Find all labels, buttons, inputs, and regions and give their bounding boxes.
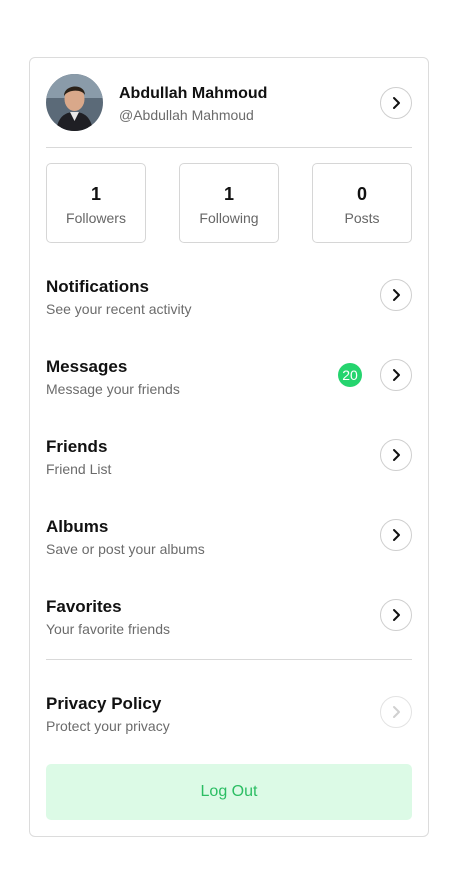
chevron-right-icon: [393, 97, 400, 109]
unread-badge: 20: [338, 363, 362, 387]
menu-item-friends[interactable]: Friends Friend List: [46, 437, 412, 485]
logout-button[interactable]: Log Out: [46, 764, 412, 820]
stat-label: Posts: [344, 210, 380, 226]
chevron-right-icon: [393, 609, 400, 621]
profile-name: Abdullah Mahmoud: [119, 85, 268, 102]
friends-chevron-button[interactable]: [380, 439, 412, 471]
chevron-right-icon: [393, 706, 400, 718]
menu-item-privacy-policy[interactable]: Privacy Policy Protect your privacy: [46, 694, 412, 742]
stat-posts[interactable]: 0 Posts: [312, 163, 412, 243]
notifications-chevron-button[interactable]: [380, 279, 412, 311]
chevron-right-icon: [393, 449, 400, 461]
avatar: [46, 74, 103, 131]
menu-item-subtitle: Save or post your albums: [46, 541, 205, 557]
stat-value: 1: [223, 184, 234, 204]
stat-following[interactable]: 1 Following: [179, 163, 279, 243]
menu-item-subtitle: Your favorite friends: [46, 621, 170, 637]
stat-label: Followers: [66, 210, 126, 226]
albums-chevron-button[interactable]: [380, 519, 412, 551]
privacy-chevron-button[interactable]: [380, 696, 412, 728]
menu-item-subtitle: See your recent activity: [46, 301, 192, 317]
profile-chevron-button[interactable]: [380, 87, 412, 119]
menu-item-title: Albums: [46, 517, 109, 536]
profile-card: Abdullah Mahmoud @Abdullah Mahmoud 1 Fol…: [29, 57, 429, 837]
menu-item-title: Privacy Policy: [46, 694, 162, 713]
chevron-right-icon: [393, 369, 400, 381]
menu-item-title: Favorites: [46, 597, 122, 616]
favorites-chevron-button[interactable]: [380, 599, 412, 631]
chevron-right-icon: [393, 289, 400, 301]
menu-item-title: Notifications: [46, 277, 149, 296]
stat-followers[interactable]: 1 Followers: [46, 163, 146, 243]
stat-label: Following: [199, 210, 259, 226]
menu-item-title: Friends: [46, 437, 108, 456]
menu-item-albums[interactable]: Albums Save or post your albums: [46, 517, 412, 565]
stat-value: 1: [90, 184, 101, 204]
menu-item-messages[interactable]: Messages Message your friends 20: [46, 357, 412, 405]
chevron-right-icon: [393, 529, 400, 541]
divider: [46, 659, 412, 660]
menu-item-favorites[interactable]: Favorites Your favorite friends: [46, 597, 412, 645]
stat-value: 0: [356, 184, 367, 204]
divider: [46, 147, 412, 148]
profile-header[interactable]: Abdullah Mahmoud @Abdullah Mahmoud: [46, 74, 412, 132]
menu-item-subtitle: Friend List: [46, 461, 112, 477]
messages-chevron-button[interactable]: [380, 359, 412, 391]
menu-item-subtitle: Protect your privacy: [46, 718, 170, 734]
menu-item-notifications[interactable]: Notifications See your recent activity: [46, 277, 412, 325]
menu-item-subtitle: Message your friends: [46, 381, 180, 397]
profile-handle: @Abdullah Mahmoud: [119, 107, 254, 123]
menu-item-title: Messages: [46, 357, 128, 376]
